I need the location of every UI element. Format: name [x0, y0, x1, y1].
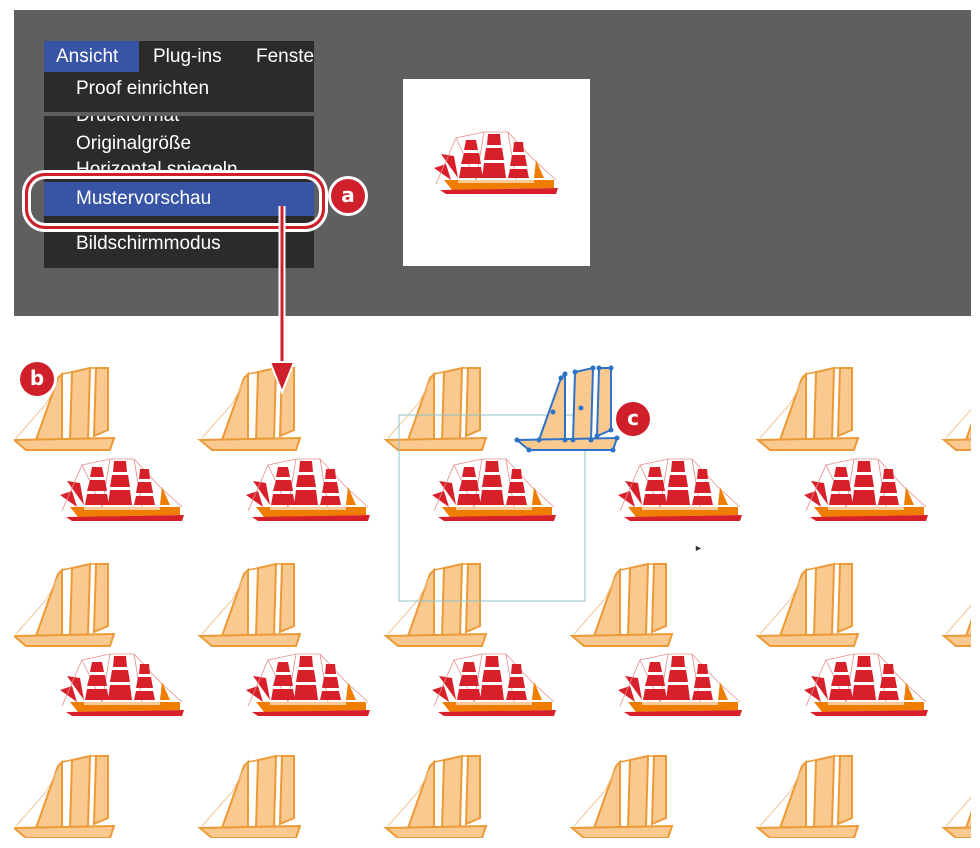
schooner-icon [199, 755, 301, 838]
callout-badge-c: c [616, 402, 650, 436]
schooner-icon [943, 755, 971, 838]
sailing-ship-icon [245, 458, 371, 522]
sailing-ship-icon [433, 131, 559, 195]
schooner-icon [14, 755, 115, 838]
menu-item-bildschirmmodus[interactable]: Bildschirmmodus [76, 232, 221, 256]
schooner-icon [199, 563, 301, 647]
callout-badge-b: b [20, 362, 54, 396]
schooner-icon [571, 755, 673, 838]
callout-ring-mustervorschau [25, 173, 325, 229]
sailing-ship-icon [59, 653, 185, 717]
menubar-item-ansicht[interactable]: Ansicht [44, 41, 139, 72]
sailing-ship-icon [431, 653, 557, 717]
schooner-icon [385, 563, 487, 647]
sailing-ship-icon [617, 653, 743, 717]
schooner-icon [757, 755, 859, 838]
sailing-ship-icon [803, 458, 929, 522]
mouse-cursor-icon: ► [694, 543, 703, 553]
selected-schooner-icon[interactable] [514, 365, 620, 453]
schooner-icon [385, 755, 487, 838]
menubar-item-plugins[interactable]: Plug-ins [141, 41, 234, 72]
sailing-ship-icon [431, 458, 557, 522]
menubar-item-fenster[interactable]: Fenste [244, 41, 326, 72]
schooner-icon [199, 367, 301, 451]
callout-badge-a: a [331, 179, 365, 213]
schooner-icon [943, 367, 971, 451]
app-panel: Ansicht Plug-ins Fenste Proof einrichten… [14, 10, 971, 316]
menubar: Ansicht Plug-ins Fenste [44, 41, 314, 72]
sailing-ship-icon [617, 458, 743, 522]
schooner-icon [385, 367, 487, 451]
sailing-ship-icon [803, 653, 929, 717]
pattern-preview-canvas [14, 338, 971, 838]
menu-item-proof-einrichten[interactable]: Proof einrichten [76, 77, 209, 101]
schooner-icon [757, 563, 859, 647]
pattern-tile-preview [403, 79, 590, 266]
menu-item-originalgroesse[interactable]: Originalgröße [76, 132, 191, 156]
dropdown-menu-top: Proof einrichten [44, 72, 314, 112]
schooner-icon [14, 563, 115, 647]
menu-item-druckformat[interactable]: Druckformat [76, 116, 179, 128]
schooner-icon [757, 367, 859, 451]
pattern-preview [14, 365, 971, 838]
schooner-icon [571, 563, 673, 647]
sailing-ship-icon [59, 458, 185, 522]
sailing-ship-icon [245, 653, 371, 717]
schooner-icon [943, 563, 971, 647]
